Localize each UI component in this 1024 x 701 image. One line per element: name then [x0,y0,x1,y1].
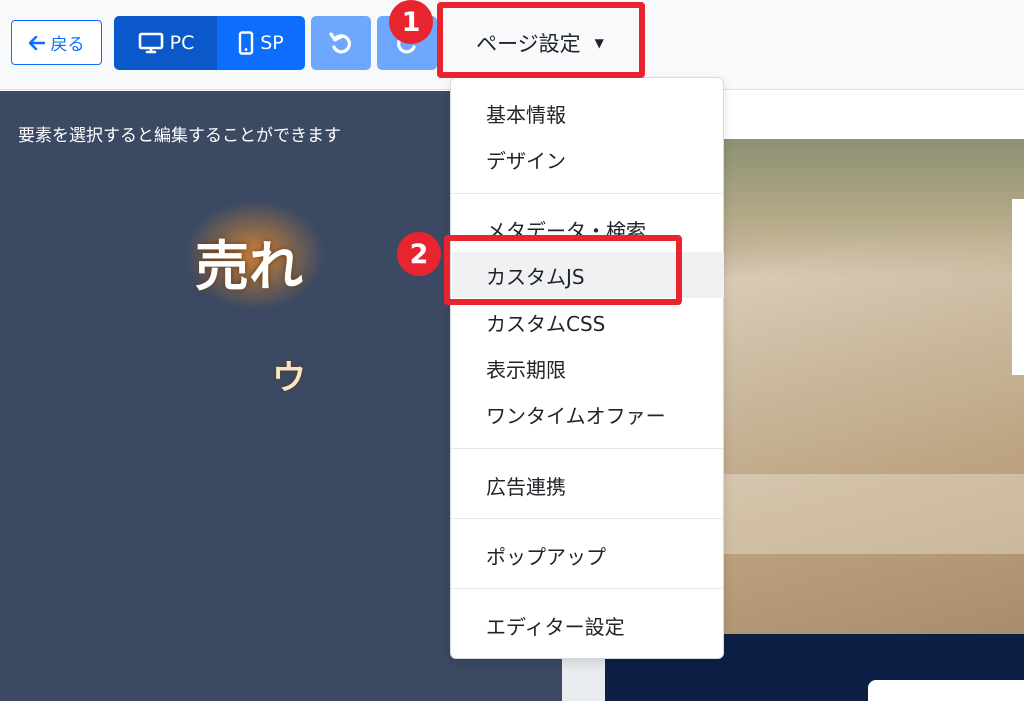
step-badge-1: 1 [389,0,433,44]
pc-view-label: PC [169,32,195,54]
menu-divider [451,588,723,589]
arrow-left-icon [28,35,45,50]
back-button[interactable]: 戻る [11,20,102,65]
sp-view-button[interactable]: SP [217,16,305,70]
menu-divider [451,518,723,519]
page-settings-menu: 基本情報 デザイン メタデータ・検索 カスタムJS カスタムCSS 表示期限 ワ… [450,77,724,659]
undo-icon [329,32,351,54]
menu-item-popup[interactable]: ポップアップ [486,541,606,570]
menu-divider [451,448,723,449]
callout-highlight-page-settings [437,2,645,78]
undo-button[interactable] [311,16,371,70]
sp-view-label: SP [260,32,284,54]
back-button-label: 戻る [50,35,85,55]
hero-subtitle: ウ [272,358,306,398]
menu-item-basic-info[interactable]: 基本情報 [486,99,566,128]
mobile-icon [239,31,254,55]
menu-item-design[interactable]: デザイン [486,145,566,174]
white-card [868,680,1024,701]
menu-item-custom-css[interactable]: カスタムCSS [486,308,605,337]
pc-view-button[interactable]: PC [114,16,218,70]
menu-item-one-time-offer[interactable]: ワンタイムオファー [486,400,666,429]
hero-title: 売れ [195,234,303,298]
hero-overlay-box [1012,199,1024,375]
desktop-icon [138,32,163,54]
callout-highlight-custom-js [444,235,682,305]
hero-foliage [724,139,1024,279]
menu-item-ad-integration[interactable]: 広告連携 [486,471,566,500]
menu-divider [451,193,723,194]
menu-item-editor-settings[interactable]: エディター設定 [486,611,625,640]
hero-subtitle-band [724,474,1024,554]
selection-hint-text: 要素を選択すると編集することができます [18,126,341,146]
hero-image[interactable] [724,139,1024,634]
menu-item-display-deadline[interactable]: 表示期限 [486,354,566,383]
step-badge-2: 2 [397,232,441,276]
